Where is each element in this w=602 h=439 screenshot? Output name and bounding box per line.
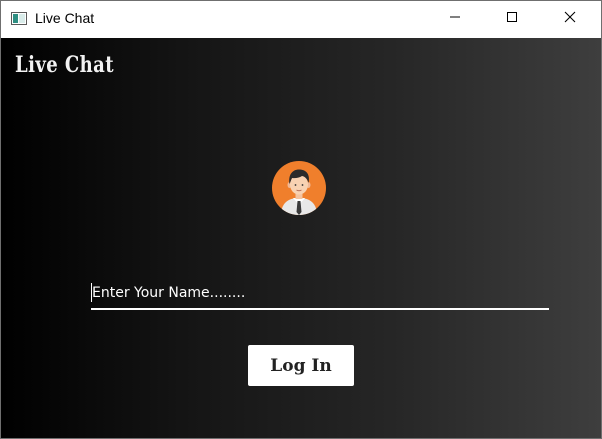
- minimize-icon: [449, 10, 461, 28]
- close-button[interactable]: [547, 1, 593, 37]
- close-icon: [564, 10, 576, 28]
- user-avatar-icon: [271, 160, 327, 216]
- login-button[interactable]: Log In: [248, 345, 354, 386]
- text-cursor: [91, 283, 92, 302]
- app-window: Live Chat Live Chat Enter Your Name.....…: [0, 0, 602, 439]
- maximize-icon: [506, 10, 518, 28]
- app-window-icon: [11, 12, 27, 25]
- minimize-button[interactable]: [432, 1, 478, 37]
- maximize-button[interactable]: [489, 1, 535, 37]
- login-panel: Live Chat Enter Your Name........ Log In: [1, 38, 601, 438]
- name-input[interactable]: [91, 280, 548, 306]
- name-field[interactable]: [91, 274, 549, 310]
- app-brand-title: Live Chat: [15, 52, 114, 78]
- title-bar[interactable]: Live Chat: [1, 1, 601, 38]
- window-title: Live Chat: [35, 10, 95, 26]
